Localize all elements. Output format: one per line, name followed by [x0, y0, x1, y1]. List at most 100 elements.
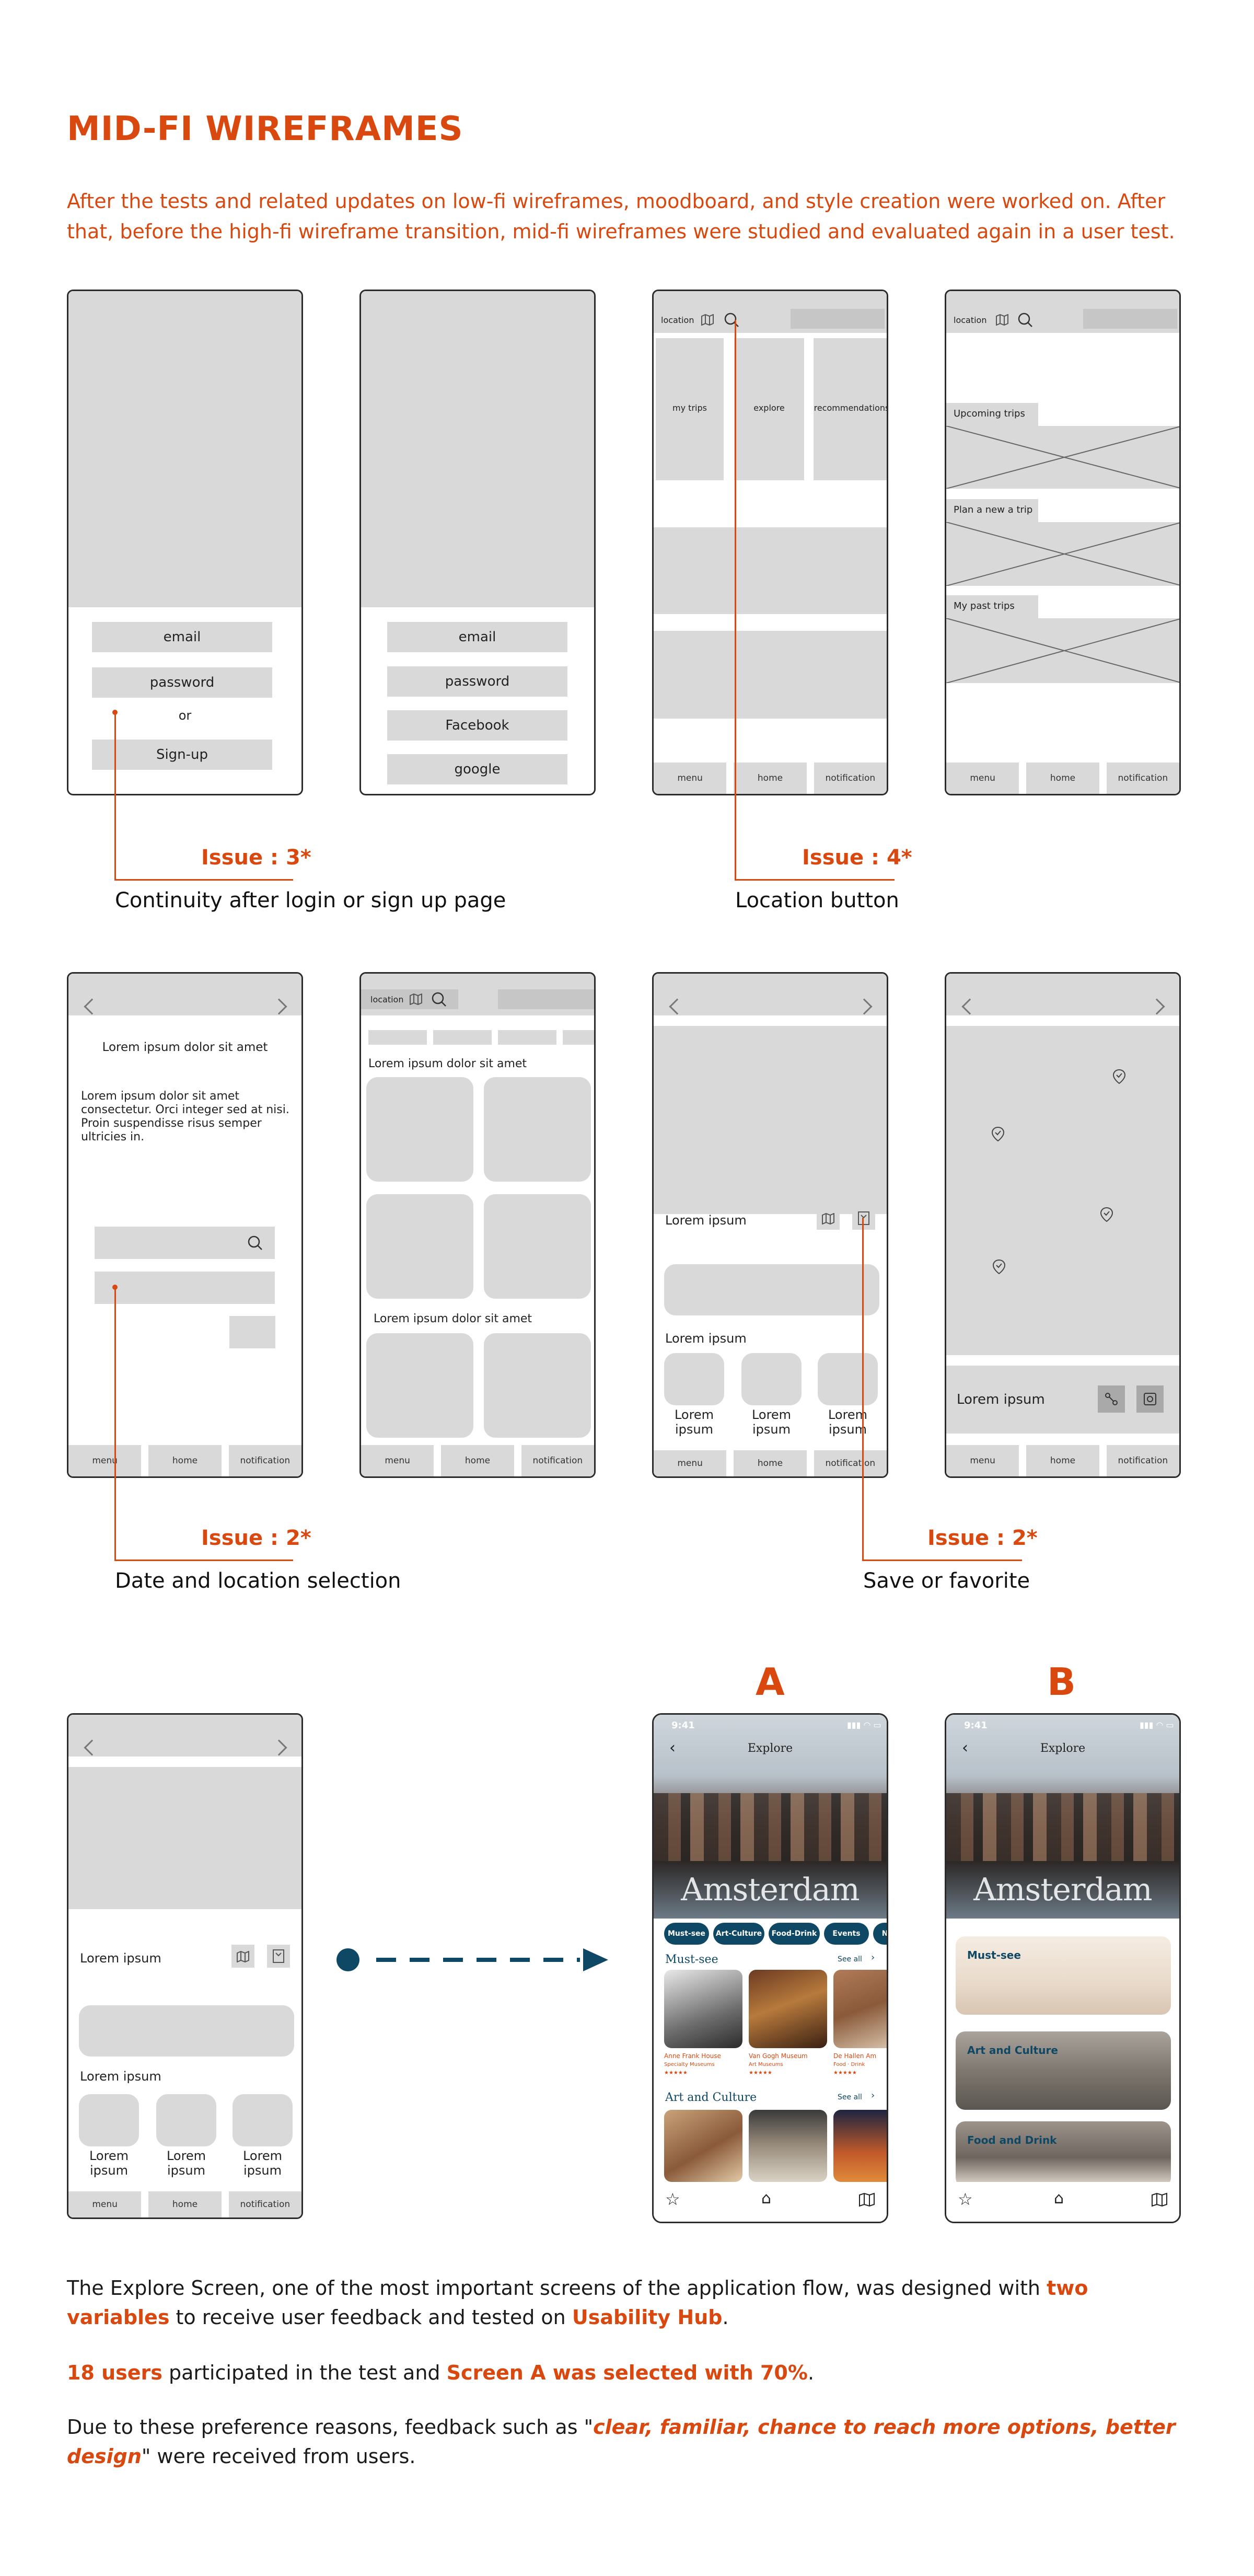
- nav-menu[interactable]: menu: [68, 2191, 142, 2217]
- grid-card[interactable]: [484, 1194, 591, 1299]
- image-placeholder: [68, 291, 301, 607]
- filter-chip[interactable]: [498, 1030, 556, 1045]
- nav-home[interactable]: home: [734, 763, 807, 794]
- see-all-link[interactable]: See all: [838, 2093, 862, 2101]
- nav-menu[interactable]: menu: [68, 1445, 142, 1476]
- card-image[interactable]: [749, 1970, 827, 2048]
- grid-card[interactable]: [484, 1077, 591, 1182]
- filter-chip[interactable]: [563, 1030, 594, 1045]
- grid-card[interactable]: [366, 1333, 473, 1438]
- chip-art-culture[interactable]: Art-Culture: [713, 1923, 764, 1945]
- text-run: .: [807, 2361, 815, 2384]
- filter-chip[interactable]: [368, 1030, 427, 1045]
- nav-notification[interactable]: notification: [1106, 763, 1179, 794]
- item-label: Lorem ipsum: [674, 1407, 714, 1437]
- canal-houses: [654, 1793, 887, 1861]
- filter-chip[interactable]: [433, 1030, 492, 1045]
- bookmark-icon[interactable]: [857, 1211, 870, 1226]
- nav-menu[interactable]: menu: [654, 1450, 727, 1476]
- text-run: The Explore Screen, one of the most impo…: [67, 2277, 1047, 2300]
- nav-notification[interactable]: notification: [228, 1445, 301, 1476]
- facebook-button[interactable]: Facebook: [387, 710, 567, 741]
- map-icon[interactable]: [409, 994, 423, 1005]
- chevron-right-icon[interactable]: ›: [871, 1952, 875, 1963]
- nav-notification[interactable]: notification: [814, 763, 887, 794]
- card-image[interactable]: [664, 1970, 742, 2048]
- map-icon[interactable]: [995, 314, 1009, 326]
- nav-menu[interactable]: menu: [946, 763, 1019, 794]
- section-heading: Lorem ipsum: [665, 1331, 747, 1346]
- nav-home[interactable]: home: [148, 1445, 222, 1476]
- map-icon[interactable]: [701, 314, 714, 326]
- section-heading: Lorem ipsum: [80, 2069, 161, 2084]
- password-field[interactable]: password: [92, 667, 272, 698]
- search-field[interactable]: [791, 309, 885, 329]
- email-field[interactable]: email: [92, 622, 272, 652]
- search-icon[interactable]: [724, 312, 739, 328]
- highlight: 18 users: [67, 2361, 162, 2384]
- chip-food-drink[interactable]: Food-Drink: [769, 1923, 820, 1945]
- submit-button[interactable]: [229, 1316, 275, 1348]
- chevron-right-icon[interactable]: ›: [871, 2090, 875, 2101]
- nav-home[interactable]: home: [148, 2191, 222, 2217]
- category-card-must-see[interactable]: Must-see: [956, 1936, 1171, 2015]
- search-field[interactable]: [498, 989, 594, 1009]
- see-all-link[interactable]: See all: [838, 1955, 862, 1963]
- item-thumbnail[interactable]: [818, 1353, 878, 1405]
- tab-favorites-icon[interactable]: ☆: [665, 2189, 680, 2209]
- item-thumbnail[interactable]: [664, 1353, 724, 1405]
- tab-map-icon[interactable]: [1151, 2192, 1168, 2207]
- map-pin-icon[interactable]: [1100, 1207, 1113, 1222]
- email-field[interactable]: email: [387, 622, 567, 652]
- card-image[interactable]: [749, 2110, 827, 2182]
- nav-home[interactable]: home: [441, 1445, 514, 1476]
- bookmark-icon[interactable]: [272, 1949, 285, 1963]
- chip-events[interactable]: Events: [824, 1923, 869, 1945]
- chip-more[interactable]: Ni: [873, 1923, 887, 1945]
- password-field[interactable]: password: [387, 666, 567, 697]
- tab-favorites-icon[interactable]: ☆: [958, 2189, 973, 2209]
- map-icon[interactable]: [236, 1951, 250, 1962]
- nav-menu[interactable]: menu: [654, 763, 727, 794]
- grid-card[interactable]: [366, 1077, 473, 1182]
- nav-notification[interactable]: notification: [1106, 1445, 1179, 1476]
- nav-menu[interactable]: menu: [361, 1445, 434, 1476]
- card-image[interactable]: [833, 1970, 887, 2048]
- item-thumbnail[interactable]: [741, 1353, 802, 1405]
- map-area[interactable]: [946, 1026, 1179, 1355]
- google-button[interactable]: google: [387, 754, 567, 784]
- card-image[interactable]: [833, 2110, 887, 2182]
- search-icon[interactable]: [247, 1235, 263, 1251]
- nav-home[interactable]: home: [1026, 1445, 1099, 1476]
- location-field[interactable]: [95, 1272, 275, 1304]
- map-pin-icon[interactable]: [1112, 1069, 1126, 1084]
- nav-notification[interactable]: notification: [814, 1450, 887, 1476]
- category-card-food-drink[interactable]: Food and Drink: [956, 2121, 1171, 2187]
- tab-home-icon[interactable]: ⌂: [1054, 2189, 1064, 2208]
- search-icon[interactable]: [431, 991, 447, 1007]
- signup-button[interactable]: Sign-up: [92, 740, 272, 770]
- search-icon[interactable]: [1017, 312, 1033, 328]
- nav-menu[interactable]: menu: [946, 1445, 1019, 1476]
- item-thumbnail[interactable]: [233, 2094, 293, 2146]
- grid-card[interactable]: [484, 1333, 591, 1438]
- item-thumbnail[interactable]: [156, 2094, 216, 2146]
- map-pin-icon[interactable]: [992, 1259, 1006, 1275]
- nav-home[interactable]: home: [1026, 763, 1099, 794]
- card-image[interactable]: [664, 2110, 742, 2182]
- grid-card[interactable]: [366, 1194, 473, 1299]
- category-card-art-culture[interactable]: Art and Culture: [956, 2031, 1171, 2110]
- map-pin-icon[interactable]: [991, 1126, 1005, 1142]
- tab-map-icon[interactable]: [858, 2192, 875, 2207]
- item-thumbnail[interactable]: [79, 2094, 139, 2146]
- route-icon[interactable]: [1104, 1392, 1119, 1406]
- photo-icon[interactable]: [1143, 1392, 1157, 1406]
- nav-notification[interactable]: notification: [521, 1445, 594, 1476]
- tab-home-icon[interactable]: ⌂: [761, 2189, 771, 2208]
- chip-must-see[interactable]: Must-see: [664, 1923, 709, 1945]
- map-icon[interactable]: [821, 1213, 835, 1225]
- nav-home[interactable]: home: [734, 1450, 807, 1476]
- page-title: MID-FI WIREFRAMES: [67, 110, 463, 148]
- search-field[interactable]: [1083, 309, 1177, 329]
- nav-notification[interactable]: notification: [228, 2191, 301, 2217]
